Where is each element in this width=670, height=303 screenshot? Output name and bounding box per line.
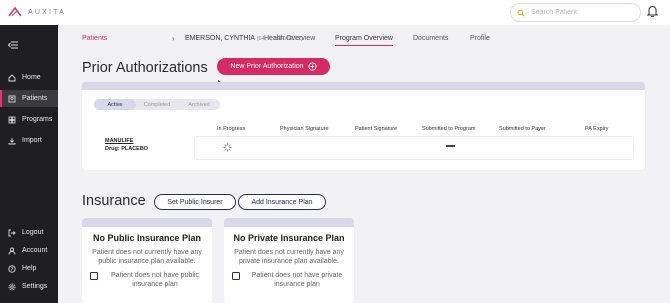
sidebar-item-label: Patients bbox=[22, 95, 48, 102]
private-insurance-title: No Private Insurance Plan bbox=[233, 233, 345, 243]
filter-archived[interactable]: Archived bbox=[178, 99, 220, 110]
notification-bell-icon[interactable] bbox=[647, 5, 658, 17]
table-row[interactable] bbox=[194, 136, 634, 160]
collapse-sidebar-icon[interactable] bbox=[8, 41, 18, 49]
card-header-band bbox=[224, 218, 354, 227]
sidebar-item-label: Logout bbox=[22, 229, 44, 236]
no-private-insurance-checkbox[interactable] bbox=[232, 272, 240, 280]
column-header: Submitted to Program bbox=[422, 126, 476, 132]
sidebar-item-patients[interactable]: Patients bbox=[0, 90, 58, 107]
tab-documents[interactable]: Documents bbox=[413, 35, 448, 42]
checkbox-label: Patient does not have public insurance p… bbox=[111, 272, 199, 288]
no-public-insurance-checkbox[interactable] bbox=[90, 272, 98, 280]
home-icon bbox=[8, 73, 16, 81]
sidebar: Home Patients Programs Import Logout Acc… bbox=[0, 25, 58, 303]
insurance-title: Insurance bbox=[82, 193, 146, 209]
sidebar-item-help[interactable]: ? Help bbox=[0, 260, 58, 277]
sidebar-item-label: Account bbox=[22, 247, 48, 254]
prior-authorizations-title: Prior Authorizations bbox=[82, 60, 208, 76]
column-header: In Progress bbox=[217, 126, 246, 132]
sidebar-item-label: Import bbox=[22, 137, 42, 144]
sidebar-item-settings[interactable]: Settings bbox=[0, 278, 58, 295]
checkbox-label: Patient does not have private insurance … bbox=[251, 272, 343, 288]
prior-authorizations-card: Active Completed Archived In Progress Ph… bbox=[82, 82, 645, 170]
logo: AUXITA bbox=[8, 6, 66, 18]
new-prior-authorization-label: New Prior Authorization bbox=[230, 63, 304, 70]
column-header: Patient Signature bbox=[355, 126, 398, 132]
card-header-band bbox=[82, 82, 645, 90]
sidebar-item-label: Programs bbox=[22, 116, 53, 123]
sidebar-item-programs[interactable]: Programs bbox=[0, 111, 58, 128]
sidebar-item-import[interactable]: Import bbox=[0, 132, 58, 149]
account-icon bbox=[8, 247, 16, 255]
tab-health-overview[interactable]: Health Overview bbox=[264, 35, 315, 42]
private-insurance-card: No Private Insurance Plan Patient does n… bbox=[224, 218, 354, 303]
top-bar: AUXITA bbox=[0, 0, 670, 25]
column-header: Submitted to Payer bbox=[499, 126, 546, 132]
sidebar-item-logout[interactable]: Logout bbox=[0, 224, 58, 241]
filter-active[interactable]: Active bbox=[94, 99, 136, 110]
plus-circle-icon bbox=[308, 62, 317, 71]
sidebar-item-label: Settings bbox=[22, 283, 48, 290]
auxita-logo-icon bbox=[8, 6, 22, 17]
loading-spinner-icon bbox=[223, 143, 232, 152]
no-public-insurance-option[interactable]: Patient does not have public insurance p… bbox=[82, 271, 212, 289]
sidebar-item-label: Home bbox=[22, 74, 41, 81]
sidebar-item-label: Help bbox=[22, 265, 37, 272]
private-insurance-text: Patient does not currently have any priv… bbox=[234, 249, 344, 265]
brand-name: AUXITA bbox=[28, 8, 66, 16]
set-public-insurer-button[interactable]: Set Public Insurer bbox=[154, 194, 236, 210]
submitted-to-program-dash bbox=[446, 145, 455, 147]
breadcrumb: Patients › EMERSON, CYNTHIA (64, F, 1960… bbox=[58, 25, 670, 50]
search-input[interactable] bbox=[531, 9, 631, 16]
import-icon bbox=[8, 137, 16, 144]
settings-icon bbox=[8, 283, 16, 290]
new-prior-authorization-button[interactable]: New Prior Authorization bbox=[217, 58, 330, 75]
patient-name-text: EMERSON, CYNTHIA bbox=[185, 35, 255, 42]
breadcrumb-patients-link[interactable]: Patients bbox=[82, 35, 107, 42]
column-header: PA Expiry bbox=[585, 126, 609, 132]
filter-completed[interactable]: Completed bbox=[136, 99, 178, 110]
insurer-link[interactable]: MANULIFE bbox=[105, 138, 133, 144]
patients-icon bbox=[8, 95, 16, 102]
search-icon bbox=[517, 8, 525, 17]
drug-label: Drug: PLACEBO bbox=[105, 146, 149, 152]
tab-profile[interactable]: Profile bbox=[470, 35, 490, 42]
card-header-band bbox=[82, 218, 212, 227]
column-header: Physician Signature bbox=[280, 126, 329, 132]
help-icon: ? bbox=[8, 264, 16, 272]
no-private-insurance-option[interactable]: Patient does not have private insurance … bbox=[224, 271, 354, 289]
sidebar-item-home[interactable]: Home bbox=[0, 69, 58, 86]
public-insurance-title: No Public Insurance Plan bbox=[92, 233, 202, 243]
chevron-right-icon: › bbox=[172, 34, 175, 43]
public-insurance-text: Patient does not currently have any publ… bbox=[92, 249, 202, 265]
add-insurance-plan-button[interactable]: Add Insurance Plan bbox=[238, 194, 326, 210]
status-filter: Active Completed Archived bbox=[94, 99, 220, 110]
public-insurance-card: No Public Insurance Plan Patient does no… bbox=[82, 218, 212, 303]
logout-icon bbox=[8, 229, 16, 236]
tab-program-overview[interactable]: Program Overview bbox=[335, 35, 393, 46]
svg-text:?: ? bbox=[11, 266, 14, 272]
sidebar-item-account[interactable]: Account bbox=[0, 242, 58, 259]
programs-icon bbox=[8, 116, 16, 123]
patient-search[interactable] bbox=[510, 3, 641, 22]
